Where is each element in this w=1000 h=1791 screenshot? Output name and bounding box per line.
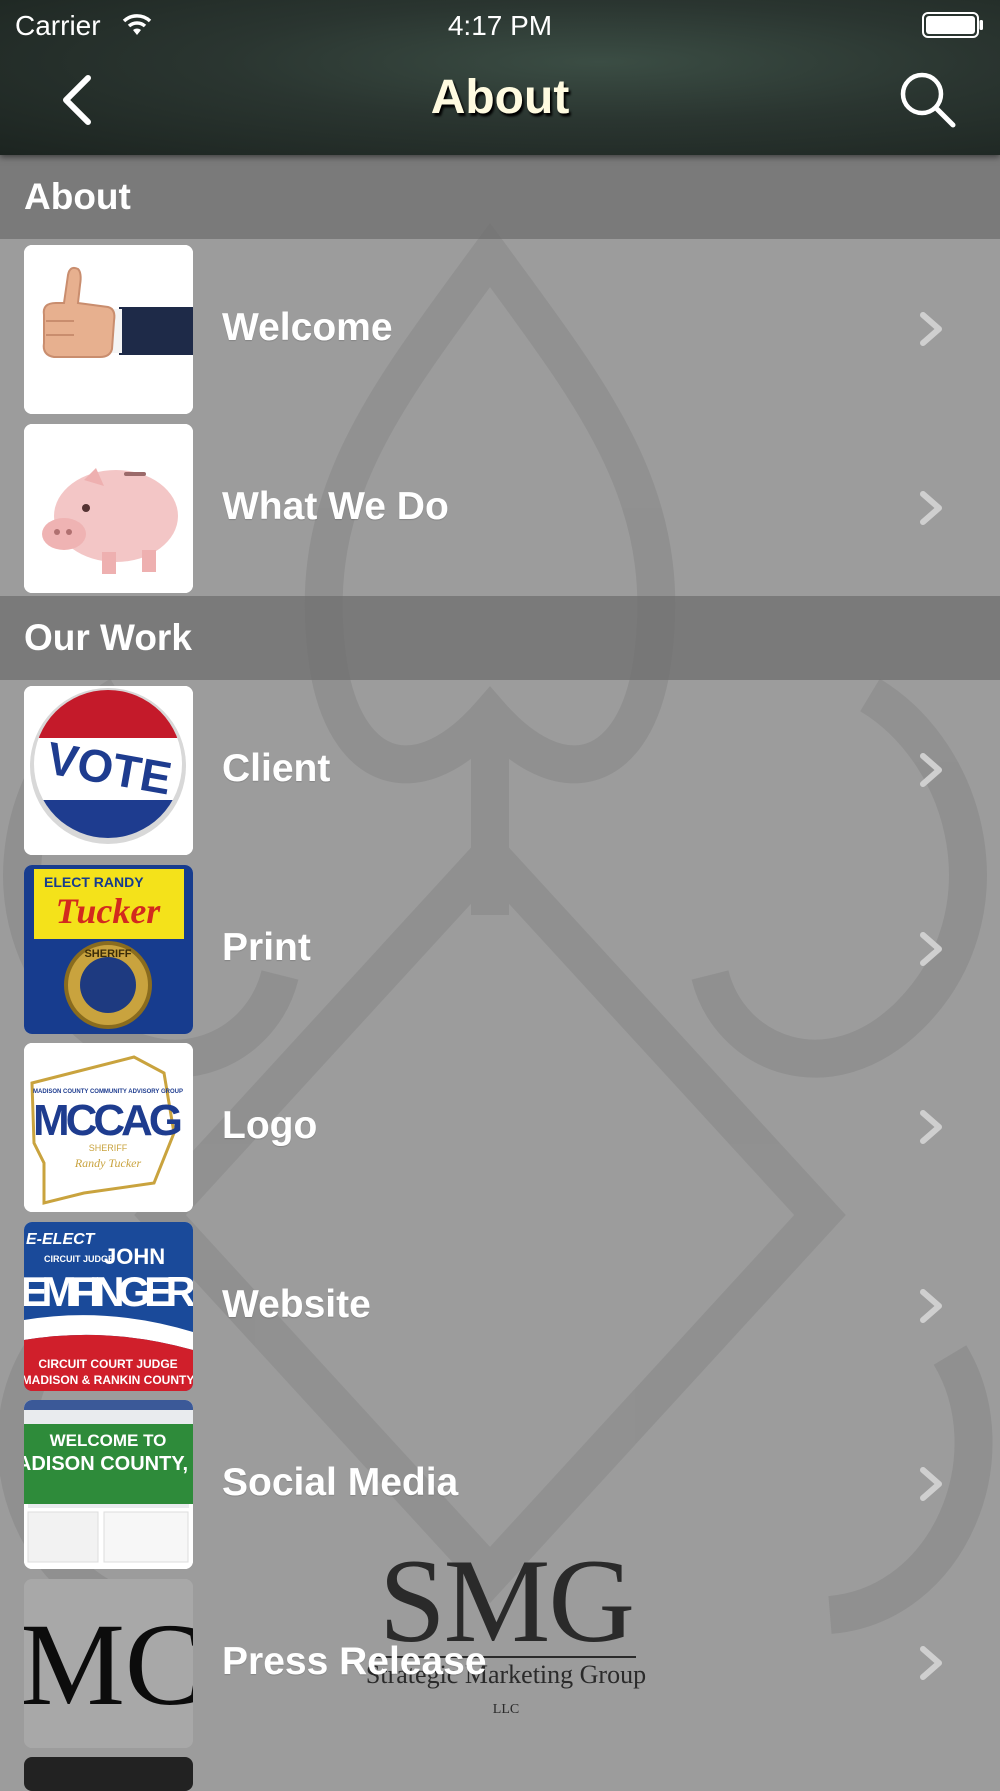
list-item-print[interactable]: ELECT RANDY Tucker SHERIFF Print [0,859,1000,1038]
mccag-sign-text: Randy Tucker [74,1156,142,1170]
chevron-right-icon [920,1645,942,1680]
list-item-label: Logo [222,1104,318,1147]
chevron-right-icon [920,312,942,346]
section-header-our-work: Our Work [0,596,1000,680]
thumbs-up-image [24,245,193,414]
battery-icon [922,12,984,45]
john-text: JOHN [104,1244,165,1269]
mccag-top-text: MADISON COUNTY COMMUNITY ADVISORY GROUP [33,1089,183,1095]
mc-text: MC [24,1599,193,1730]
re-elect-text: E-ELECT [26,1231,96,1248]
chevron-right-icon [920,1110,942,1144]
list-item-what-we-do[interactable]: What We Do [0,418,1000,597]
list-item-label: Client [222,747,331,790]
list-item-label: Website [222,1282,371,1326]
list-item-client[interactable]: VOTE Client [0,680,1000,859]
mccag-sheriff-text: SHERIFF [89,1143,128,1153]
list-item-logo[interactable]: MADISON COUNTY COMMUNITY ADVISORY GROUP … [0,1037,1000,1216]
elect-randy-text: ELECT RANDY [44,874,144,890]
welcome-to-text: WELCOME TO [50,1431,167,1450]
sheriff-campaign-image: ELECT RANDY Tucker SHERIFF [24,864,193,1034]
video-thumbnail-image [24,1757,193,1791]
list-item-website[interactable]: E-ELECT CIRCUIT JUDGE JOHN EMFINGER CIRC… [0,1216,1000,1395]
emfinger-text: EMFINGER [24,1268,193,1315]
list-item-press-release[interactable]: MC Press Release [0,1573,1000,1752]
madison-county-text: ADISON COUNTY, I [24,1453,193,1475]
list-item-label: Welcome [222,306,393,349]
chevron-right-icon [920,1288,942,1323]
mccag-logo-image: MADISON COUNTY COMMUNITY ADVISORY GROUP … [24,1043,193,1212]
madison-rankin-text: MADISON & RANKIN COUNTY [24,1373,193,1387]
tucker-text: Tucker [56,891,162,931]
chevron-right-icon [920,753,942,787]
list-item-label: Print [222,925,311,969]
list-item-partial[interactable] [0,1751,1000,1791]
list-item-label: Social Media [222,1461,459,1504]
sheriff-text: SHERIFF [84,948,131,960]
chevron-right-icon [920,931,942,966]
page-title: About [430,71,570,124]
chevron-right-icon [920,490,942,525]
chevron-right-icon [920,1467,942,1501]
list-item-social-media[interactable]: WELCOME TO ADISON COUNTY, I Social Media [0,1394,1000,1573]
status-time: 4:17 PM [447,10,553,41]
list-item-label: Press Release [222,1639,487,1683]
piggy-bank-image [24,423,193,593]
list-item-label: What We Do [222,484,449,528]
judge-campaign-image: E-ELECT CIRCUIT JUDGE JOHN EMFINGER CIRC… [24,1221,193,1391]
mccag-text: MCCAG [33,1096,183,1145]
search-button[interactable] [896,68,960,132]
section-header-about: About [0,155,1000,239]
mc-letters-image: MC [24,1578,193,1748]
navigation-bar: Carrier 4:17 PM About [0,0,1000,155]
list-item-welcome[interactable]: Welcome [0,239,1000,418]
circuit-court-text: CIRCUIT COURT JUDGE [38,1357,177,1371]
facebook-page-image: WELCOME TO ADISON COUNTY, I [24,1400,193,1569]
status-bar: Carrier 4:17 PM [0,0,1000,50]
content-list: About Welcome What We Do Our Work VOTE C… [0,155,1000,1791]
search-icon [900,72,956,128]
vote-button-image: VOTE [24,686,193,855]
